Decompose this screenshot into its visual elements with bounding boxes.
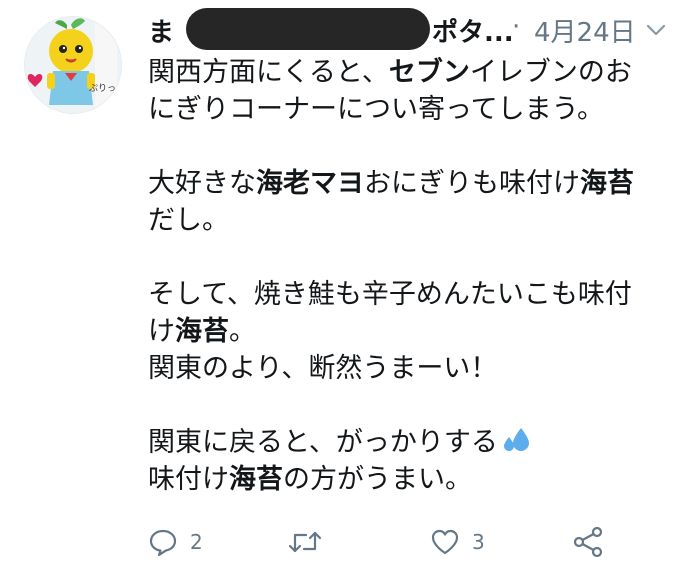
- avatar[interactable]: ぷりっ♪: [24, 16, 122, 114]
- text-line: にぎりコーナーについ寄ってしまう。: [148, 91, 668, 128]
- tweet-header: ま ポタ... · 4月24日: [148, 8, 668, 52]
- retweet-button[interactable]: [288, 524, 334, 560]
- text-run: 。: [229, 316, 256, 347]
- text-run: イレブンのお: [469, 57, 632, 88]
- text-run: 関東のより、断然うまーい！: [148, 353, 498, 384]
- tweet-text: 関西方面にくると、セブンイレブンのお にぎりコーナーについ寄ってしまう。 大好きな海…: [148, 54, 668, 498]
- bold-text: 海苔: [175, 316, 229, 347]
- like-button[interactable]: 3: [430, 524, 485, 560]
- separator-dot: ·: [512, 12, 521, 42]
- text-line: そして、焼き鮭も辛子めんたいこも味付: [148, 276, 668, 313]
- text-line: 関東に戻ると、がっかりする: [148, 424, 668, 461]
- heart-icon: [431, 529, 459, 555]
- text-run: にぎりコーナーについ寄ってしまう。: [148, 94, 605, 125]
- reply-count: 2: [190, 530, 203, 554]
- sweat-droplets-icon: [503, 428, 529, 451]
- author-name-start[interactable]: ま: [148, 12, 174, 49]
- text-line: 関西方面にくると、セブンイレブンのお: [148, 54, 668, 91]
- chevron-down-icon[interactable]: [644, 18, 668, 42]
- bold-text: セブン: [388, 57, 470, 88]
- tweet-actions: 2 3: [148, 520, 628, 564]
- text-line: 味付け海苔の方がうまい。: [148, 461, 668, 498]
- tweet-card: ぷりっ♪ ま ポタ... · 4月24日 関西方面にくると、セブンイレブンのおに…: [0, 0, 680, 574]
- redacted-author-name: [186, 8, 430, 50]
- share-button[interactable]: [572, 524, 604, 560]
- reply-icon: [149, 529, 177, 557]
- mascot-avatar-image: ぷりっ♪: [25, 17, 121, 113]
- bold-text: 海苔: [580, 168, 634, 199]
- text-run: おにぎりも味付け: [364, 168, 580, 199]
- text-line: 関東のより、断然うまーい！: [148, 350, 668, 387]
- text-line: だし。: [148, 202, 668, 239]
- bold-text: 海老マヨ: [256, 168, 364, 199]
- text-run: 関東に戻ると、がっかりする: [148, 427, 498, 458]
- share-icon: [573, 526, 603, 558]
- tweet-paragraph: そして、焼き鮭も辛子めんたいこも味付 け海苔。 関東のより、断然うまーい！: [148, 276, 668, 387]
- text-line: 大好きな海老マヨおにぎりも味付け海苔: [148, 165, 668, 202]
- author-name-end[interactable]: ポタ...: [432, 12, 514, 49]
- reply-button[interactable]: 2: [148, 524, 203, 560]
- bold-text: 海苔: [229, 464, 283, 495]
- text-run: そして、焼き鮭も辛子めんたいこも味付: [148, 279, 632, 310]
- tweet-paragraph: 関西方面にくると、セブンイレブンのお にぎりコーナーについ寄ってしまう。: [148, 54, 668, 128]
- tweet-paragraph: 関東に戻ると、がっかりする 味付け海苔の方がうまい。: [148, 424, 668, 498]
- svg-text:ぷりっ♪: ぷりっ♪: [89, 83, 121, 94]
- text-run: だし。: [148, 205, 229, 236]
- text-run: 味付け: [148, 464, 229, 495]
- text-run: の方がうまい。: [283, 464, 472, 495]
- text-line: け海苔。: [148, 313, 668, 350]
- text-run: 関西方面にくると、: [148, 57, 389, 88]
- like-count: 3: [472, 530, 485, 554]
- text-run: け: [148, 316, 175, 347]
- tweet-paragraph: 大好きな海老マヨおにぎりも味付け海苔 だし。: [148, 165, 668, 239]
- retweet-icon: [288, 531, 322, 553]
- text-run: 大好きな: [148, 168, 256, 199]
- tweet-date[interactable]: 4月24日: [534, 12, 636, 49]
